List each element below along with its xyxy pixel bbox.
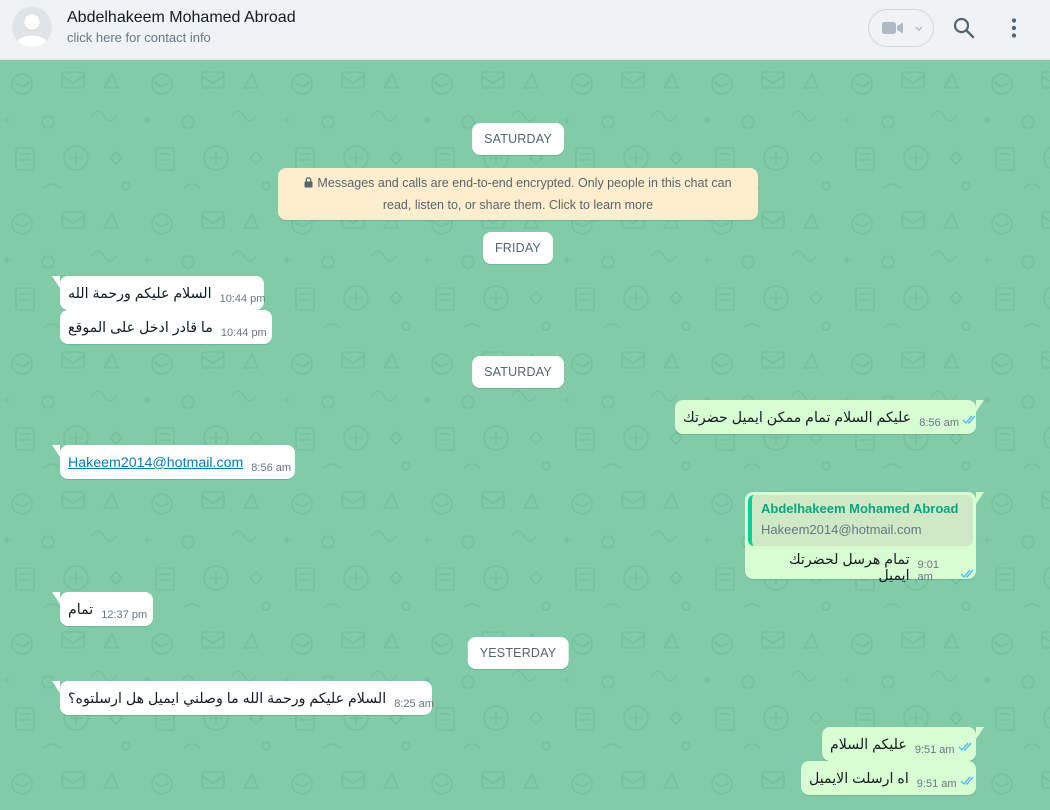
message-outgoing[interactable]: عليكم السلام 9:51 am [822,727,984,761]
day-separator: FRIDAY [482,232,554,264]
chat-header[interactable]: Abdelhakeem Mohamed Abroad click here fo… [0,0,1050,60]
encryption-notice-text: Messages and calls are end-to-end encryp… [317,176,732,212]
message-time: 8:56 am [251,462,292,474]
bubble-tail [52,681,60,693]
message-incoming[interactable]: Hakeem2014@hotmail.com 8:56 am [52,445,295,479]
day-separator: SATURDAY [472,356,564,388]
message-time: 8:56 am [919,417,959,429]
message-time: 9:51 am [914,744,955,756]
video-camera-icon [882,20,904,41]
day-separator: YESTERDAY [467,637,569,669]
message-time: 9:51 am [916,778,957,790]
message-time: 10:44 pm [219,293,266,305]
search-icon[interactable] [952,16,976,40]
message-text: ما قادر ادخل على الموقع [68,320,213,336]
chevron-down-icon [914,21,924,39]
chat-area[interactable]: SATURDAY Messages and calls are end-to-e… [0,60,1050,810]
day-separator: SATURDAY [472,123,564,155]
message-outgoing[interactable]: عليكم السلام تمام ممكن ايميل حضرتك 8:56 … [675,400,984,434]
encryption-notice[interactable]: Messages and calls are end-to-end encryp… [278,168,758,220]
message-text: عليكم السلام [830,737,907,753]
message-text: اه ارسلت الايميل [809,771,909,787]
message-incoming[interactable]: تمام 12:37 pm [52,592,153,626]
message-time: 8:25 am [394,698,434,710]
contact-name[interactable]: Abdelhakeem Mohamed Abroad [67,9,296,27]
message-text: السلام عليكم ورحمة الله ما وصلني ايميل ه… [68,691,387,707]
bubble-tail [52,445,60,457]
menu-dots-icon[interactable] [1004,16,1024,40]
message-outgoing-reply[interactable]: Abdelhakeem Mohamed Abroad Hakeem2014@ho… [745,492,984,584]
lock-icon [304,174,313,195]
message-text: تمام [68,602,94,618]
message-time: 12:37 pm [101,609,148,621]
email-link[interactable]: Hakeem2014@hotmail.com [68,455,243,479]
contact-info-link[interactable]: click here for contact info [67,30,211,45]
bubble-tail [52,276,60,288]
read-ticks-icon [960,774,976,795]
message-time: 9:01 am [917,559,939,583]
message-outgoing[interactable]: اه ارسلت الايميل 9:51 am [801,761,976,795]
read-ticks-icon [962,413,978,434]
bubble-tail [52,592,60,604]
bubble-tail [976,400,984,412]
video-call-button[interactable] [868,9,934,47]
message-text: تمام هرسل لحضرتك ايميل [788,552,910,584]
quoted-text: Hakeem2014@hotmail.com [761,522,922,537]
quoted-author: Abdelhakeem Mohamed Abroad [761,501,959,516]
message-incoming[interactable]: السلام عليكم ورحمة الله ما وصلني ايميل ه… [52,681,434,715]
bubble-tail [976,492,984,504]
read-ticks-icon [958,740,974,761]
avatar-default-icon[interactable] [12,7,52,47]
message-text: السلام عليكم ورحمة الله [68,286,212,302]
quoted-message[interactable]: Abdelhakeem Mohamed Abroad Hakeem2014@ho… [748,495,973,546]
message-incoming[interactable]: السلام عليكم ورحمة الله 10:44 pm [52,276,266,310]
message-time: 10:44 pm [220,327,267,339]
bubble-tail [976,727,984,739]
read-ticks-icon [960,567,976,584]
message-incoming[interactable]: ما قادر ادخل على الموقع 10:44 pm [60,310,272,344]
message-text: عليكم السلام تمام ممكن ايميل حضرتك [683,410,912,426]
